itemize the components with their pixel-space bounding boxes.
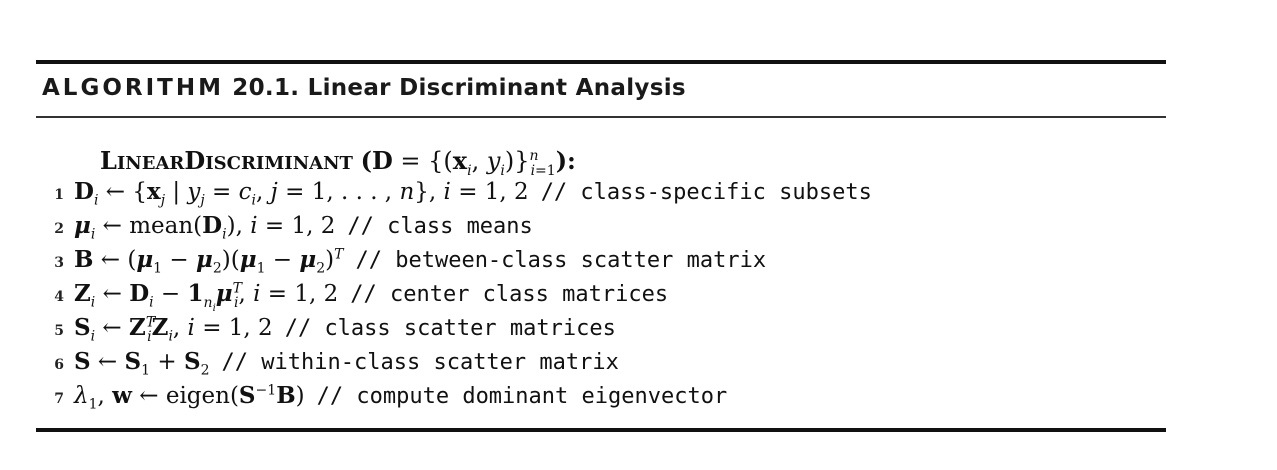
line-comment: // compute dominant eigenvector — [316, 384, 728, 409]
algorithm-heading: ALGORITHM 20.1. Linear Discriminant Anal… — [42, 75, 686, 101]
line-comment: // class means — [347, 214, 533, 239]
top-rule — [36, 60, 1166, 64]
line-math: μi ← mean(Di), i = 1, 2 — [74, 212, 336, 243]
line-math: Di ← {xj | yj = ci, j = 1, . . . , n}, i… — [74, 178, 529, 209]
signature-name-part: INEAR — [116, 153, 185, 174]
line-number: 7 — [54, 391, 64, 407]
line-number: 2 — [54, 221, 64, 237]
line-math: Zi ← Di − 1niμTi, i = 1, 2 — [74, 280, 339, 314]
algorithm-label: ALGORITHM — [42, 75, 224, 101]
algorithm-line-3: 3 B ← (μ1 − μ2)(μ1 − μ2)T // between-cla… — [36, 246, 766, 280]
line-math: S ← S1 + S2 — [74, 348, 210, 379]
line-comment: // center class matrices — [350, 282, 669, 307]
algorithm-line-4: 4 Zi ← Di − 1niμTi, i = 1, 2 // center c… — [36, 280, 668, 314]
bottom-rule — [36, 428, 1166, 432]
line-comment: // class-specific subsets — [540, 180, 872, 205]
line-math: λ1, w ← eigen(S−1B) — [74, 382, 305, 413]
algorithm-box: ALGORITHM 20.1. Linear Discriminant Anal… — [36, 60, 1166, 434]
algorithm-line-6: 6 S ← S1 + S2 // within-class scatter ma… — [36, 348, 619, 382]
algorithm-line-7: 7 λ1, w ← eigen(S−1B) // compute dominan… — [36, 382, 727, 416]
line-number: 5 — [54, 323, 64, 339]
function-signature: LINEARDISCRIMINANT (D = {(xi, yi)}ni=1): — [100, 146, 576, 179]
line-math: Si ← ZTiZi, i = 1, 2 — [74, 314, 273, 345]
line-number: 1 — [54, 187, 64, 203]
algorithm-line-2: 2 μi ← mean(Di), i = 1, 2 // class means — [36, 212, 533, 246]
line-math: B ← (μ1 − μ2)(μ1 − μ2)T — [74, 246, 344, 277]
line-comment: // between-class scatter matrix — [355, 248, 767, 273]
algorithm-title: Linear Discriminant Analysis — [307, 75, 686, 101]
algorithm-line-5: 5 Si ← ZTiZi, i = 1, 2 // class scatter … — [36, 314, 616, 348]
signature-name-part: L — [100, 146, 117, 175]
signature-args: (D = {(xi, yi)}ni=1): — [360, 146, 576, 179]
line-comment: // within-class scatter matrix — [221, 350, 619, 375]
heading-rule — [36, 116, 1166, 118]
algorithm-line-1: 1 Di ← {xj | yj = ci, j = 1, . . . , n},… — [36, 178, 872, 212]
line-comment: // class scatter matrices — [284, 316, 616, 341]
signature-name-part: ISCRIMINANT — [205, 153, 353, 174]
line-number: 4 — [54, 289, 64, 305]
line-number: 3 — [54, 255, 64, 271]
line-number: 6 — [54, 357, 64, 373]
algorithm-number: 20.1. — [232, 75, 300, 101]
signature-name-part: D — [184, 146, 206, 175]
